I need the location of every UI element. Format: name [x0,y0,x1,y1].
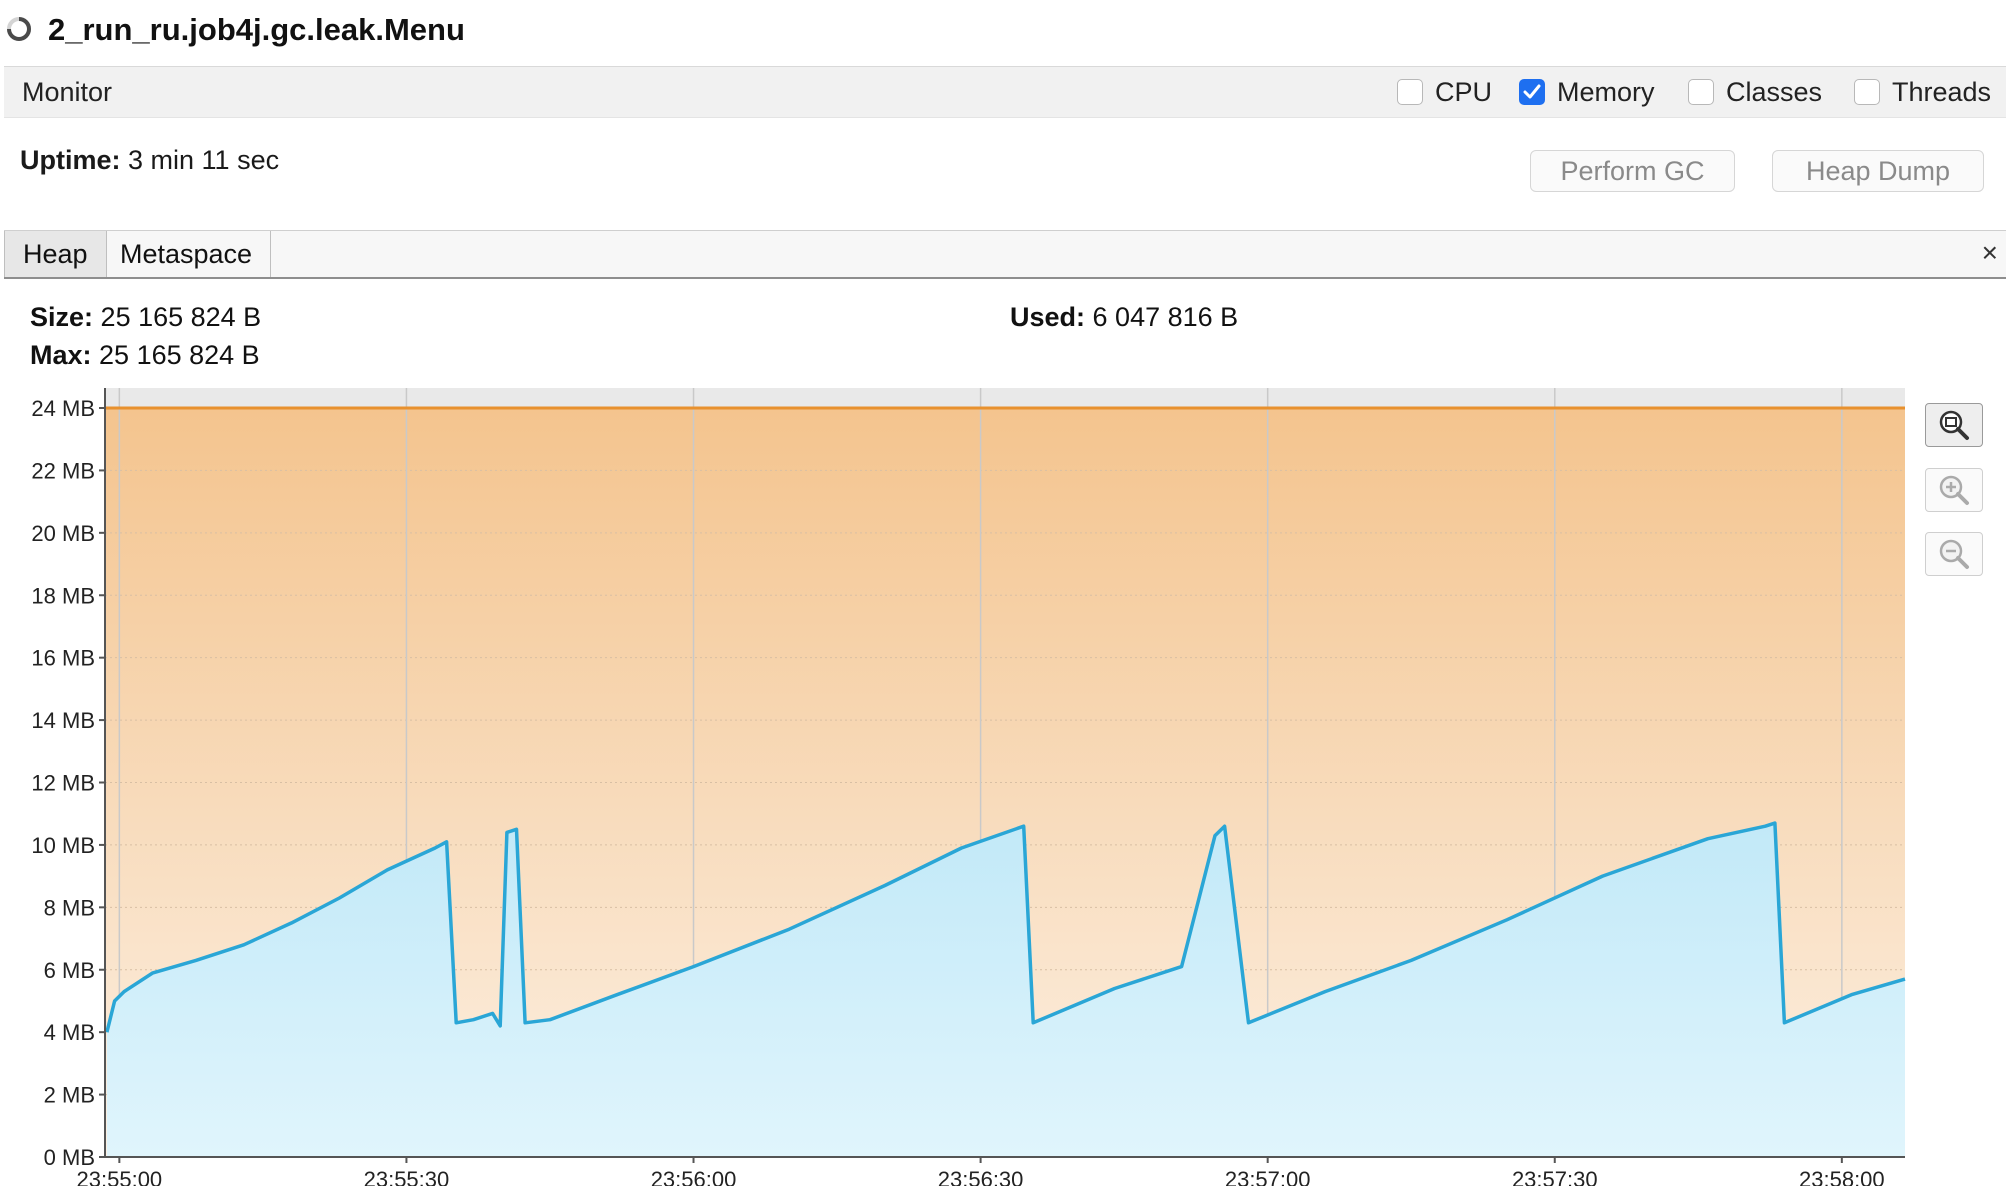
heap-chart: 0 MB2 MB4 MB6 MB8 MB10 MB12 MB14 MB16 MB… [31,388,1906,1186]
zoom-out-icon [1939,539,1969,569]
heap-size-stat: Size: 25 165 824 B [30,302,261,333]
uptime-value: 3 min 11 sec [128,145,280,175]
cpu-checkbox-box[interactable] [1397,79,1423,105]
y-tick-label: 8 MB [44,895,95,920]
threads-checkbox-label: Threads [1892,76,1992,107]
classes-checkbox-box[interactable] [1688,79,1714,105]
title-bar: 2_run_ru.job4j.gc.leak.Menu [0,0,2010,64]
heap-used-label: Used: [1010,302,1086,332]
heap-used-value: 6 047 816 B [1092,302,1239,332]
classes-checkbox-label: Classes [1726,76,1823,107]
x-tick-label: 23:56:00 [651,1167,737,1186]
y-tick-label: 16 MB [31,646,95,671]
y-tick-label: 18 MB [31,583,95,608]
x-tick-label: 23:58:00 [1799,1167,1885,1186]
zoom-in-icon [1939,475,1969,505]
heap-max-value: 25 165 824 B [99,340,260,370]
perform-gc-button[interactable]: Perform GC [1530,150,1735,192]
y-tick-label: 4 MB [44,1020,95,1045]
y-tick-label: 12 MB [31,771,95,796]
checkmark-icon [1523,84,1541,99]
heap-max-stat: Max: 25 165 824 B [30,340,260,371]
close-icon[interactable]: × [1982,237,1998,269]
zoom-fit-icon [1939,410,1969,440]
memory-checkbox-label: Memory [1557,76,1655,107]
monitor-label: Monitor [22,77,113,107]
x-tick-label: 23:55:00 [77,1167,163,1186]
zoom-out-button[interactable] [1925,532,1983,576]
y-tick-label: 2 MB [44,1083,95,1108]
heap-size-label: Size: [30,302,94,332]
x-tick-label: 23:56:30 [938,1167,1024,1186]
y-tick-label: 24 MB [31,396,95,421]
cpu-checkbox-label: CPU [1435,76,1493,107]
spinner-icon [7,17,31,41]
threads-checkbox[interactable]: Threads [1854,77,1991,107]
y-tick-label: 14 MB [31,708,95,733]
heap-max-label: Max: [30,340,92,370]
tab-metaspace[interactable]: Metaspace [102,231,272,277]
x-tick-label: 23:57:00 [1225,1167,1311,1186]
monitor-toolbar: Monitor CPU Memory Classes Threads [4,66,2006,118]
y-tick-label: 20 MB [31,521,95,546]
y-tick-label: 6 MB [44,958,95,983]
memory-checkbox-box[interactable] [1519,79,1545,105]
y-tick-label: 22 MB [31,458,95,483]
x-tick-label: 23:57:30 [1512,1167,1598,1186]
zoom-in-button[interactable] [1925,468,1983,512]
memory-tabs: Heap Metaspace × [4,230,2006,279]
threads-checkbox-box[interactable] [1854,79,1880,105]
window-title: 2_run_ru.job4j.gc.leak.Menu [48,12,465,47]
memory-checkbox[interactable]: Memory [1519,77,1655,107]
y-tick-label: 10 MB [31,833,95,858]
tab-heap[interactable]: Heap [4,231,107,277]
heap-used-stat: Used: 6 047 816 B [1010,302,1238,333]
zoom-fit-button[interactable] [1925,403,1983,447]
x-tick-label: 23:55:30 [364,1167,450,1186]
cpu-checkbox[interactable]: CPU [1397,77,1492,107]
uptime-label: Uptime: [20,145,121,175]
uptime-readout: Uptime: 3 min 11 sec [20,145,279,176]
heap-dump-button[interactable]: Heap Dump [1772,150,1984,192]
heap-size-value: 25 165 824 B [100,302,262,332]
classes-checkbox[interactable]: Classes [1688,77,1822,107]
